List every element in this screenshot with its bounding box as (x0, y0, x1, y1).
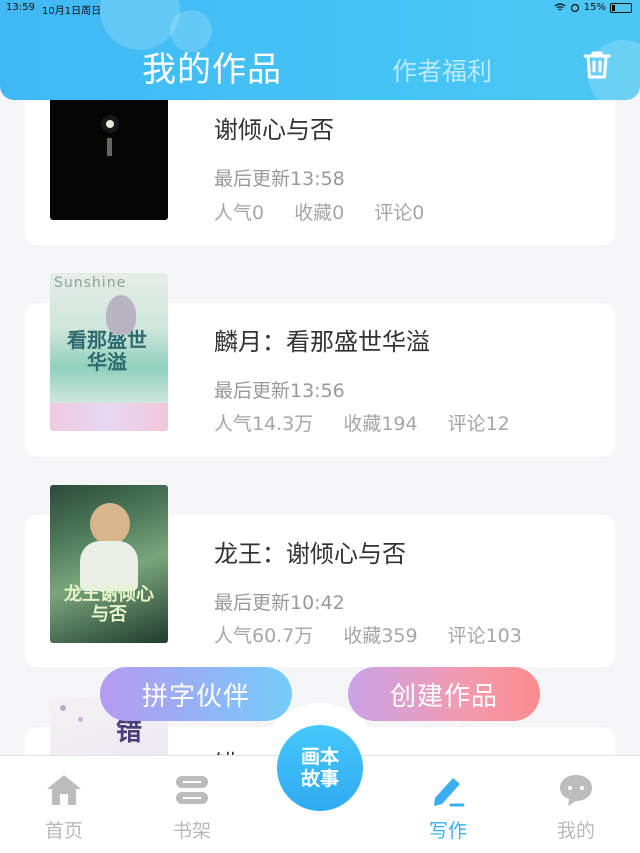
tab-write[interactable]: 写作 (408, 770, 488, 843)
tab-mine-label: 我的 (556, 820, 595, 842)
status-date: 10月1日周日 (42, 6, 102, 17)
status-bar: 13:59 10月1日周日 15% (0, 0, 640, 17)
popularity: 人气0 (214, 202, 265, 224)
wifi-icon (554, 3, 566, 11)
create-work-button[interactable]: 创建作品 (348, 667, 540, 721)
status-time: 13:59 (6, 2, 35, 13)
tab-write-label: 写作 (428, 820, 467, 842)
tab-mine[interactable]: 我的 (536, 770, 616, 843)
favorites: 收藏0 (294, 202, 345, 224)
work-title[interactable]: 谢倾心与否 (214, 110, 334, 145)
home-icon (24, 770, 104, 810)
orientation-lock-icon (570, 3, 579, 12)
tab-home-label: 首页 (44, 820, 83, 842)
picture-story-button[interactable]: 画本 故事 (277, 725, 363, 811)
comments: 评论0 (374, 202, 425, 224)
work-stats: 人气14.3万 收藏194 评论12 (214, 409, 540, 436)
tab-home[interactable]: 首页 (24, 770, 104, 843)
work-updated: 最后更新13:56 (214, 380, 345, 402)
popularity: 人气14.3万 (214, 413, 314, 435)
page-title[interactable]: 我的作品 (142, 42, 282, 91)
work-updated: 最后更新10:42 (214, 592, 345, 614)
tab-bookshelf[interactable]: 书架 (152, 770, 232, 843)
comments: 评论103 (447, 625, 522, 647)
pencil-icon (408, 770, 488, 810)
favorites: 收藏194 (343, 413, 418, 435)
popularity: 人气60.7万 (214, 625, 314, 647)
work-title[interactable]: 麟月：看那盛世华溢 (214, 322, 430, 357)
status-right: 15% (554, 2, 632, 13)
work-updated: 最后更新13:58 (214, 168, 345, 190)
app-header: 13:59 10月1日周日 15% 我的作品 作者福利 (0, 0, 640, 100)
cover-title: 看那盛世华溢 (67, 328, 147, 374)
tab-author-welfare[interactable]: 作者福利 (392, 52, 492, 88)
center-line2: 故事 (300, 768, 339, 790)
work-cover[interactable]: 龙王谢倾心与否 (50, 485, 168, 643)
partner-button[interactable]: 拼字伙伴 (100, 667, 292, 721)
work-stats: 人气0 收藏0 评论0 (214, 198, 454, 225)
battery-percent: 15% (583, 2, 606, 13)
cover-title: 龙王谢倾心与否 (64, 584, 154, 625)
comments: 评论12 (447, 413, 510, 435)
work-title[interactable]: 龙王：谢倾心与否 (214, 534, 406, 569)
bookshelf-icon (152, 770, 232, 810)
chat-bubble-icon (536, 770, 616, 810)
cover-text: Sunshine (54, 275, 127, 291)
favorites: 收藏359 (343, 625, 418, 647)
trash-icon[interactable] (580, 48, 614, 82)
work-cover[interactable]: Sunshine 看那盛世华溢 (50, 273, 168, 431)
work-stats: 人气60.7万 收藏359 评论103 (214, 621, 552, 648)
battery-icon (610, 2, 632, 13)
center-line1: 画本 (300, 746, 339, 768)
tab-bookshelf-label: 书架 (172, 820, 211, 842)
